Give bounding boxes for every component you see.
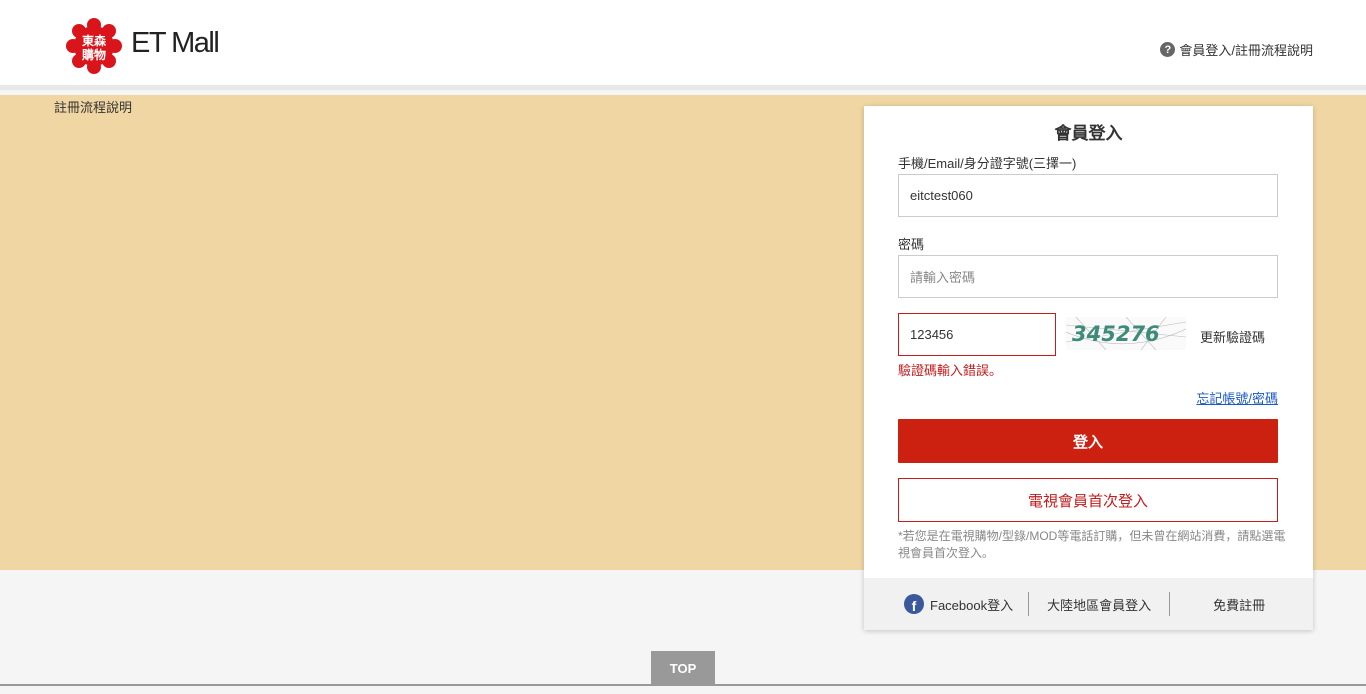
footer-divider [1169,592,1171,616]
facebook-login-link[interactable]: f Facebook登入 [904,594,1013,614]
mainland-login-link[interactable]: 大陸地區會員登入 [1047,595,1151,614]
facebook-icon: f [904,594,924,614]
captcha-error-message: 驗證碼輸入錯誤。 [898,363,1003,378]
brand-name: ET Mall [131,27,220,59]
tv-member-first-login-button[interactable]: 電視會員首次登入 [898,478,1278,522]
site-header: 東森 購物 ET Mall ? 會員登入/註冊流程說明 [0,0,1366,90]
login-title: 會員登入 [1054,124,1123,143]
refresh-captcha-link[interactable]: 更新驗證碼 [1200,327,1265,346]
captcha-text: 345276 [1072,322,1160,346]
login-card-footer: f Facebook登入 大陸地區會員登入 免費註冊 [864,578,1313,630]
password-input[interactable]: 請輸入密碼 [898,255,1278,298]
banner-label: 註冊流程說明 [54,100,133,115]
account-label: 手機/Email/身分證字號(三擇一) [898,156,1077,171]
etmall-logo[interactable]: 東森 購物 [66,18,122,74]
captcha-image: 345276 [1066,317,1186,350]
help-link-label: 會員登入/註冊流程說明 [1179,43,1313,58]
password-label: 密碼 [898,237,925,252]
forgot-account-link[interactable]: 忘記帳號/密碼 [1196,388,1278,407]
tv-member-note: *若您是在電視購物/型錄/MOD等電話訂購，但未曾在網站消費，請點選電視會員首次… [898,529,1286,560]
help-link[interactable]: ? 會員登入/註冊流程說明 [1160,40,1313,59]
svg-text:購物: 購物 [81,47,106,62]
facebook-login-label: Facebook登入 [930,597,1014,613]
account-input[interactable]: eitctest060 [898,174,1278,217]
back-to-top-button[interactable]: TOP [651,651,715,686]
question-icon: ? [1160,42,1176,57]
captcha-input[interactable]: 123456 [898,313,1056,356]
footer-divider [1028,592,1030,616]
svg-text:東森: 東森 [82,33,107,48]
bottom-divider [0,684,1366,686]
login-card: 會員登入 手機/Email/身分證字號(三擇一) eitctest060 密碼 … [864,106,1313,630]
login-button[interactable]: 登入 [898,419,1278,463]
free-register-link[interactable]: 免費註冊 [1213,595,1265,614]
